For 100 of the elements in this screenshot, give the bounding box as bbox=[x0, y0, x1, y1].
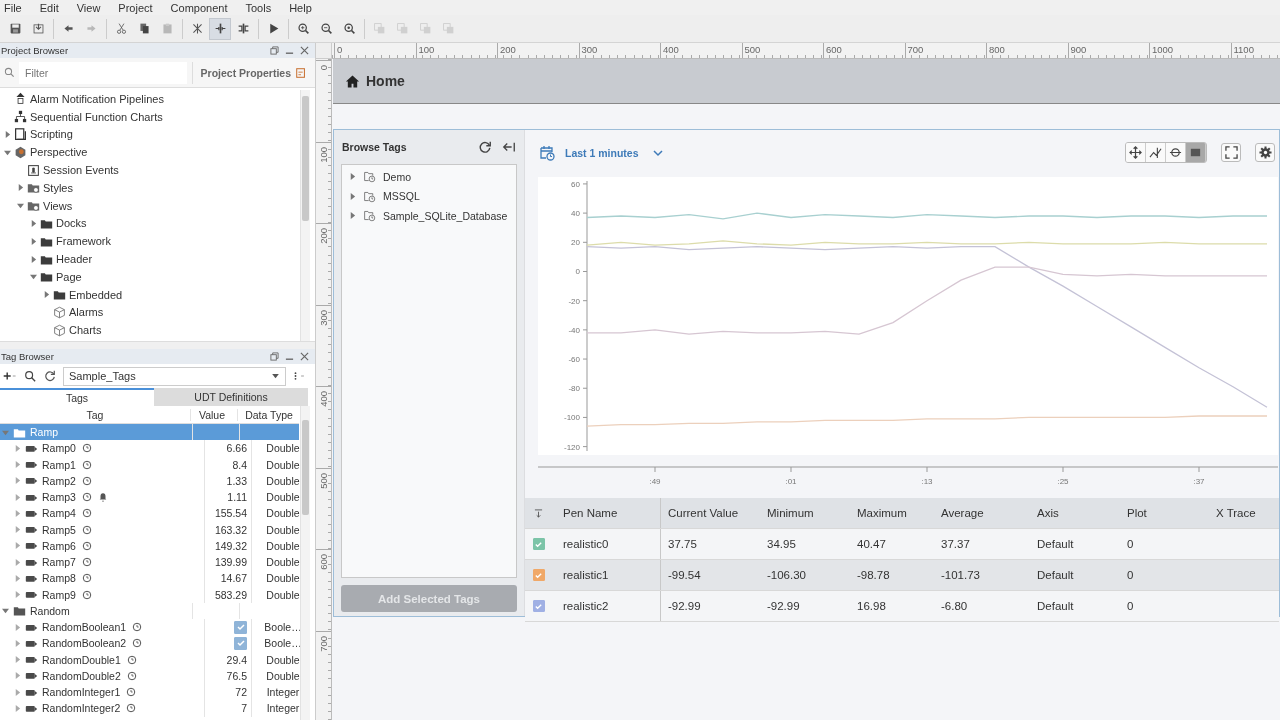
chevron-down-icon[interactable] bbox=[652, 148, 663, 157]
collapsed-arrow-icon[interactable] bbox=[30, 237, 37, 245]
pan-button[interactable] bbox=[1126, 143, 1146, 162]
tree-item[interactable]: Alarms bbox=[69, 306, 104, 319]
expanded-arrow-icon[interactable] bbox=[4, 148, 11, 156]
search-icon[interactable] bbox=[23, 370, 37, 382]
column-header[interactable]: Axis bbox=[1030, 498, 1120, 528]
collapsed-arrow-icon[interactable] bbox=[17, 184, 24, 192]
tree-item[interactable]: Page bbox=[56, 270, 82, 283]
close-icon[interactable] bbox=[300, 352, 309, 361]
menu-item[interactable]: Edit bbox=[39, 1, 69, 14]
menu-item[interactable]: Component bbox=[170, 1, 238, 14]
tag-value: 149.32 bbox=[214, 539, 247, 552]
collapsed-arrow-icon[interactable] bbox=[30, 219, 37, 227]
tree-item[interactable]: Perspective bbox=[30, 146, 88, 159]
data-type: Double bbox=[266, 539, 300, 552]
menu-item[interactable]: View bbox=[76, 1, 111, 14]
tree-item[interactable]: Header bbox=[56, 253, 93, 266]
x-trace-button[interactable] bbox=[1146, 143, 1166, 162]
tag-name: Ramp4 bbox=[42, 507, 76, 520]
annotation-button[interactable] bbox=[1186, 143, 1206, 162]
hexagon-icon bbox=[14, 145, 27, 159]
ruler-label: 500 bbox=[744, 44, 761, 55]
column-header[interactable]: Tag bbox=[0, 408, 190, 421]
data-type: Double bbox=[266, 523, 300, 536]
fullscreen-button[interactable] bbox=[1221, 143, 1241, 162]
settings-icon bbox=[1258, 146, 1272, 159]
column-header[interactable]: Plot bbox=[1120, 498, 1209, 528]
column-header[interactable]: Maximum bbox=[850, 498, 934, 528]
tree-item[interactable]: Scripting bbox=[30, 128, 73, 141]
tree-item[interactable]: Alarm Notification Pipelines bbox=[30, 92, 164, 105]
tree-item[interactable]: Views bbox=[43, 199, 73, 212]
project-properties-button[interactable]: Project Properties bbox=[200, 66, 307, 79]
time-range-dropdown[interactable]: Last 1 minutes bbox=[565, 146, 639, 159]
collapsed-arrow-icon[interactable] bbox=[349, 192, 356, 200]
restore-icon[interactable] bbox=[270, 352, 279, 361]
tree-item[interactable]: Styles bbox=[43, 181, 73, 194]
tree-item[interactable]: MSSQL bbox=[383, 190, 420, 203]
tag-name: Ramp3 bbox=[42, 491, 76, 504]
refresh-icon[interactable] bbox=[478, 140, 492, 154]
tree-item[interactable]: Sample_SQLite_Database bbox=[383, 209, 508, 222]
paste-icon bbox=[160, 22, 174, 35]
calendar-clock-icon[interactable] bbox=[539, 144, 555, 161]
table-cell-text: 16.98 bbox=[856, 599, 887, 614]
tree-item[interactable]: Docks bbox=[56, 217, 87, 230]
pen-checkbox[interactable] bbox=[532, 600, 545, 612]
tag-name: Ramp1 bbox=[42, 458, 76, 471]
ruler-label: 600 bbox=[318, 553, 329, 570]
column-header[interactable]: Average bbox=[934, 498, 1030, 528]
data-type: Double bbox=[266, 669, 300, 682]
tag-name: Ramp0 bbox=[42, 442, 76, 455]
collapsed-arrow-icon[interactable] bbox=[4, 131, 11, 138]
column-header[interactable]: Current Value bbox=[661, 498, 760, 528]
add-icon[interactable] bbox=[3, 370, 17, 382]
sort-icon[interactable] bbox=[534, 508, 543, 518]
expanded-arrow-icon[interactable] bbox=[17, 202, 24, 210]
ruler-label: 400 bbox=[663, 44, 679, 55]
table-cell: realistic1 bbox=[552, 560, 661, 590]
filter-field[interactable]: Filter bbox=[19, 61, 187, 84]
menu-item[interactable]: Project bbox=[118, 1, 163, 14]
collapsed-arrow-icon[interactable] bbox=[14, 591, 21, 599]
restore-icon[interactable] bbox=[270, 46, 279, 55]
ruler-label: 300 bbox=[581, 44, 598, 55]
collapsed-arrow-icon[interactable] bbox=[349, 212, 356, 220]
data-type: Boole… bbox=[264, 637, 302, 650]
column-header[interactable]: X Trace bbox=[1209, 498, 1277, 528]
tab[interactable]: Tags bbox=[0, 388, 154, 406]
menu-item[interactable]: File bbox=[4, 1, 32, 14]
expanded-arrow-icon[interactable] bbox=[30, 273, 37, 281]
expanded-arrow-icon[interactable] bbox=[2, 607, 9, 615]
collapsed-arrow-icon[interactable] bbox=[14, 444, 21, 452]
split-horizontal-button[interactable] bbox=[209, 17, 231, 40]
tag-provider-dropdown[interactable]: Sample_Tags bbox=[63, 366, 286, 386]
tab[interactable]: UDT Definitions bbox=[154, 388, 308, 406]
column-header[interactable]: Pen Name bbox=[552, 498, 661, 528]
tree-item[interactable]: Sequential Function Charts bbox=[30, 110, 163, 123]
tree-item[interactable]: Session Events bbox=[43, 164, 119, 177]
collapse-icon[interactable] bbox=[502, 140, 516, 154]
pen-checkbox[interactable] bbox=[532, 538, 545, 550]
settings-button[interactable] bbox=[1255, 143, 1275, 162]
more-icon[interactable] bbox=[292, 370, 306, 382]
tree-item[interactable]: Charts bbox=[69, 324, 102, 337]
collapsed-arrow-icon[interactable] bbox=[349, 173, 356, 181]
menu-item[interactable]: Help bbox=[289, 1, 322, 14]
scrollbar[interactable] bbox=[300, 90, 310, 341]
column-header[interactable]: Value bbox=[190, 408, 237, 421]
table-cell-text: -106.30 bbox=[766, 568, 807, 583]
column-header[interactable]: Minimum bbox=[760, 498, 850, 528]
close-icon[interactable] bbox=[300, 46, 309, 55]
scrollbar[interactable] bbox=[300, 406, 310, 720]
tree-item[interactable]: Framework bbox=[56, 235, 111, 248]
tree-item[interactable]: Embedded bbox=[69, 288, 123, 301]
tree-item[interactable]: Demo bbox=[383, 170, 411, 183]
collapsed-arrow-icon[interactable] bbox=[30, 255, 37, 263]
pen-checkbox[interactable] bbox=[532, 569, 545, 581]
menu-item[interactable]: Tools bbox=[245, 1, 282, 14]
collapsed-arrow-icon[interactable] bbox=[43, 291, 50, 299]
x-tick-label: :37 bbox=[1193, 477, 1205, 486]
zoom-button[interactable] bbox=[1166, 143, 1186, 162]
refresh-icon[interactable] bbox=[43, 370, 57, 382]
